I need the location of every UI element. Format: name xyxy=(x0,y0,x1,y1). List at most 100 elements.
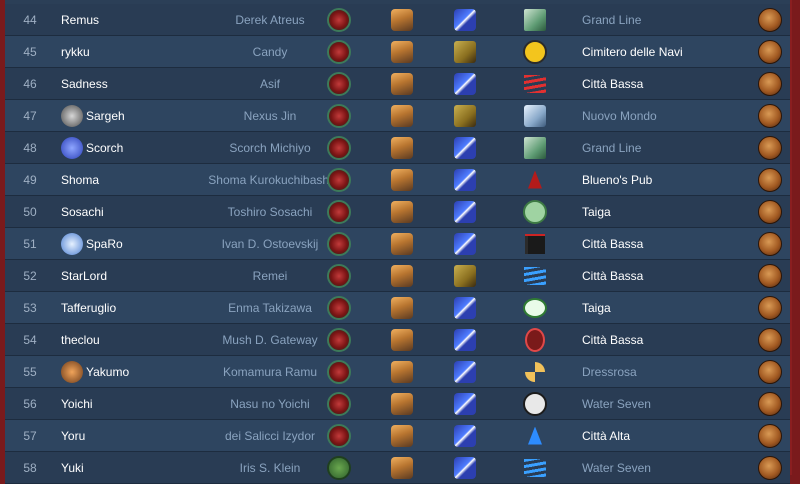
username-text: Sadness xyxy=(61,76,108,91)
location-link[interactable]: Città Bassa xyxy=(582,237,752,251)
location-link[interactable]: Taiga xyxy=(582,301,752,315)
sword-icon xyxy=(453,328,477,352)
map-icon xyxy=(523,136,547,160)
row-number: 53 xyxy=(23,300,37,315)
location-link[interactable]: Città Alta xyxy=(582,429,752,443)
rank-badge-icon xyxy=(758,359,782,384)
username-link[interactable]: Yoichi xyxy=(61,397,191,411)
hat-icon xyxy=(390,136,414,160)
location-link[interactable]: Grand Line xyxy=(582,13,752,27)
rank-badge-icon xyxy=(758,199,782,224)
flag-icon xyxy=(523,232,547,256)
username-link[interactable]: Tafferuglio xyxy=(61,301,191,315)
hat-icon xyxy=(390,392,414,416)
username-link[interactable]: rykku xyxy=(61,45,191,59)
rank-badge-icon xyxy=(758,327,782,352)
username-link[interactable]: Remus xyxy=(61,13,191,27)
online-users-table: 44 Remus Derek Atreus Grand Line 45 rykk… xyxy=(5,0,792,484)
location-link[interactable]: Nuovo Mondo xyxy=(582,109,752,123)
skull-green-icon xyxy=(523,199,547,224)
location-link[interactable]: Città Bassa xyxy=(582,333,752,347)
username-link[interactable]: Yoru xyxy=(61,429,191,443)
hat-icon xyxy=(390,456,414,480)
row-number: 48 xyxy=(23,140,37,155)
chest-icon xyxy=(453,264,477,288)
row-number: 55 xyxy=(23,364,37,379)
location-link[interactable]: Cimitero delle Navi xyxy=(582,45,752,59)
username-text: Yoichi xyxy=(61,396,93,411)
username-link[interactable]: theclou xyxy=(61,333,191,347)
rank-badge-icon xyxy=(758,135,782,160)
hat-icon xyxy=(390,232,414,256)
username-link[interactable]: Scorch xyxy=(61,136,191,159)
username-text: Yuki xyxy=(61,460,84,475)
rank-badge-icon xyxy=(758,103,782,128)
sword-icon xyxy=(453,456,477,480)
sword-icon xyxy=(453,232,477,256)
location-link[interactable]: Water Seven xyxy=(582,461,752,475)
location-link[interactable]: Taiga xyxy=(582,205,752,219)
location-link[interactable]: Water Seven xyxy=(582,397,752,411)
username-link[interactable]: Sadness xyxy=(61,77,191,91)
user-avatar xyxy=(61,136,83,159)
table-row: 50 Sosachi Toshiro Sosachi Taiga xyxy=(5,196,790,228)
row-number: 51 xyxy=(23,236,37,251)
location-link[interactable]: Blueno's Pub xyxy=(582,173,752,187)
user-avatar xyxy=(61,232,83,255)
hat-icon xyxy=(390,264,414,288)
medal-icon xyxy=(327,135,351,160)
username-link[interactable]: SpaRo xyxy=(61,232,191,255)
row-number: 50 xyxy=(23,204,37,219)
table-row: 51 SpaRo Ivan D. Ostoevskij Città Bassa xyxy=(5,228,790,260)
table-row: 52 StarLord Remei Città Bassa xyxy=(5,260,790,292)
green-medal-icon xyxy=(327,455,351,480)
rank-badge-icon xyxy=(758,455,782,480)
row-number: 47 xyxy=(23,108,37,123)
medal-icon xyxy=(327,71,351,96)
hat-icon xyxy=(390,424,414,448)
username-link[interactable]: Sargeh xyxy=(61,104,191,127)
sword-icon xyxy=(453,136,477,160)
row-number: 57 xyxy=(23,428,37,443)
location-link[interactable]: Città Bassa xyxy=(582,77,752,91)
blue-drop-icon xyxy=(523,424,547,448)
medal-icon xyxy=(327,167,351,192)
username-text: Yakumo xyxy=(86,364,130,379)
table-row: 49 Shoma Shoma Kurokuchibashi Blueno's P… xyxy=(5,164,790,196)
blue-wave-icon xyxy=(523,264,547,288)
row-number: 52 xyxy=(23,268,37,283)
table-row: 46 Sadness Asif Città Bassa xyxy=(5,68,790,100)
medal-icon xyxy=(327,199,351,224)
sword-icon xyxy=(453,8,477,32)
username-link[interactable]: StarLord xyxy=(61,269,191,283)
username-text: SpaRo xyxy=(86,236,123,251)
hat-icon xyxy=(390,200,414,224)
red-wave-icon xyxy=(523,72,547,96)
row-number: 56 xyxy=(23,396,37,411)
sword-icon xyxy=(453,72,477,96)
rank-badge-icon xyxy=(758,167,782,192)
sword-icon xyxy=(453,360,477,384)
medal-icon xyxy=(327,327,351,352)
location-link[interactable]: Grand Line xyxy=(582,141,752,155)
username-link[interactable]: Shoma xyxy=(61,173,191,187)
row-number: 54 xyxy=(23,332,37,347)
cross-icon xyxy=(523,360,547,384)
username-link[interactable]: Sosachi xyxy=(61,205,191,219)
sword-icon xyxy=(453,200,477,224)
medal-icon xyxy=(327,263,351,288)
username-text: StarLord xyxy=(61,268,108,283)
medal-icon xyxy=(327,423,351,448)
eye-icon xyxy=(523,296,547,320)
table-row: 53 Tafferuglio Enma Takizawa Taiga xyxy=(5,292,790,324)
rank-badge-icon xyxy=(758,263,782,288)
username-text: Sosachi xyxy=(61,204,104,219)
username-text: Yoru xyxy=(61,428,86,443)
username-link[interactable]: Yuki xyxy=(61,461,191,475)
table-row: 47 Sargeh Nexus Jin Nuovo Mondo xyxy=(5,100,790,132)
table-row: 45 rykku Candy Cimitero delle Navi xyxy=(5,36,790,68)
location-link[interactable]: Dressrosa xyxy=(582,365,752,379)
username-text: rykku xyxy=(61,44,90,59)
username-link[interactable]: Yakumo xyxy=(61,360,191,383)
location-link[interactable]: Città Bassa xyxy=(582,269,752,283)
